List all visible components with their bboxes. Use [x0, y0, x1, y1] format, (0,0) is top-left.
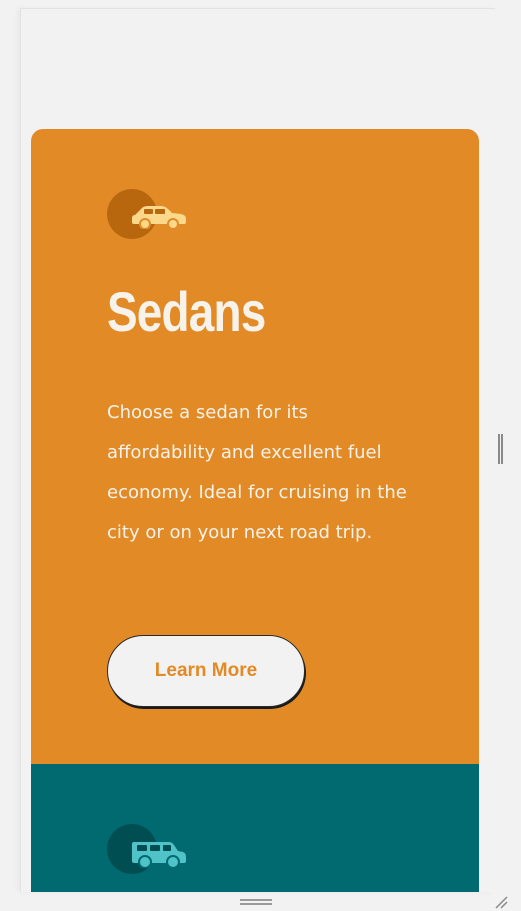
card-title: Sedans	[107, 280, 266, 343]
sedan-card: Sedans Choose a sedan for its affordabil…	[31, 129, 479, 769]
sedan-car-icon	[132, 206, 186, 229]
side-resize-handle[interactable]	[498, 434, 503, 464]
suv-icon-badge	[107, 824, 193, 874]
suv-car-icon	[132, 842, 186, 868]
suv-card	[31, 764, 479, 892]
sedan-icon-badge	[107, 189, 193, 239]
learn-more-button[interactable]: Learn More	[107, 635, 305, 707]
bottom-resize-handle[interactable]	[240, 899, 272, 905]
preview-viewport: Sedans Choose a sedan for its affordabil…	[20, 8, 495, 892]
card-description: Choose a sedan for its affordability and…	[107, 402, 407, 543]
resize-grip-icon[interactable]	[494, 895, 508, 909]
